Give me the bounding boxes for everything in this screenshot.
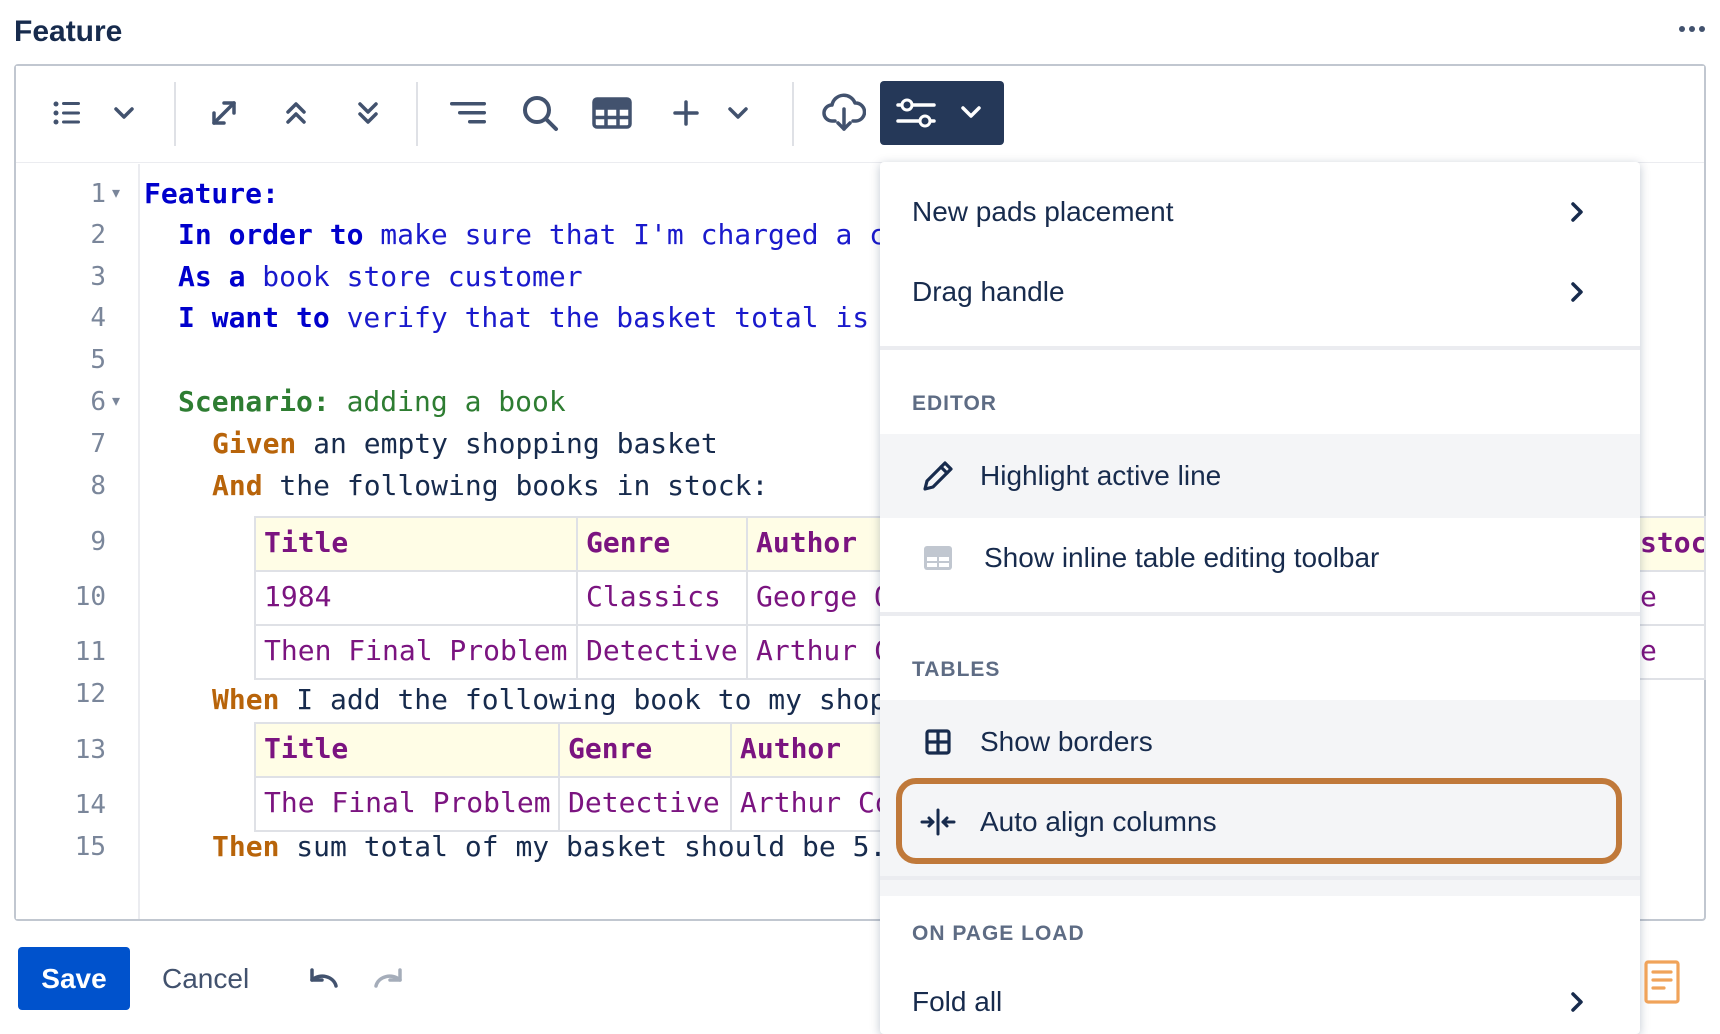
align-button[interactable] [440, 87, 496, 143]
fold-toggle[interactable]: ▾ [112, 174, 120, 214]
line-number: 13 [74, 735, 106, 765]
line-number: 1 [90, 179, 106, 209]
line-number: 9 [90, 527, 106, 557]
table-cell[interactable]: e [1640, 570, 1706, 626]
menu-divider [880, 612, 1640, 616]
expand-icon [206, 95, 242, 136]
code-line[interactable]: And the following books in stock: [212, 466, 768, 506]
line-number: 6 [90, 387, 106, 417]
line-number: 14 [74, 790, 106, 820]
table-cell[interactable]: 1984 [254, 570, 578, 626]
editor-settings-button[interactable] [880, 81, 1004, 145]
toolbar-separator [416, 82, 418, 146]
menu-section-tables: TABLES [912, 658, 1001, 681]
chevron-down-icon [727, 106, 749, 125]
line-number: 5 [90, 345, 106, 375]
pencil-icon [918, 456, 958, 496]
table-header-cell[interactable]: Author [746, 516, 886, 572]
table-button[interactable] [584, 87, 640, 143]
cancel-button[interactable]: Cancel [150, 947, 261, 1010]
line-number: 8 [90, 471, 106, 501]
chevron-right-icon [1570, 982, 1598, 1022]
search-button[interactable] [512, 87, 568, 143]
plus-icon [671, 98, 701, 133]
code-line[interactable]: I want to verify that the basket total i… [178, 298, 869, 338]
table-cell[interactable]: Arthur Co [730, 776, 886, 832]
table-cell[interactable]: e [1640, 624, 1706, 680]
cloud-download-icon [822, 93, 867, 138]
code-line[interactable]: In order to make sure that I'm charged a… [178, 215, 886, 255]
code-line[interactable]: Feature: [144, 174, 279, 214]
menu-divider [880, 876, 1640, 880]
line-number: 10 [74, 582, 106, 612]
line-number: 12 [74, 679, 106, 709]
chevron-right-icon [1570, 192, 1598, 232]
insert-dropdown-button[interactable] [716, 87, 760, 143]
code-line[interactable]: As a book store customer [178, 257, 583, 297]
list-dropdown-button[interactable] [96, 87, 152, 143]
page-title: Feature [14, 15, 123, 48]
chevrons-up-icon [283, 98, 309, 133]
code-line[interactable]: Scenario: adding a book [178, 382, 566, 422]
more-icon[interactable] [1672, 16, 1712, 46]
line-number: 4 [90, 303, 106, 333]
table-toolbar-icon [918, 538, 958, 578]
collapse-up-button[interactable] [268, 87, 324, 143]
table-cell[interactable]: The Final Problem [254, 776, 560, 832]
table-cell[interactable]: Arthur C [746, 624, 886, 680]
menu-divider [880, 346, 1640, 350]
expand-button[interactable] [196, 87, 252, 143]
code-line[interactable]: When I add the following book to my shop [212, 680, 886, 720]
table-header-cell[interactable]: Author [730, 722, 886, 778]
search-icon [520, 93, 560, 138]
settings-dropdown-menu: New pads placement Drag handle EDITOR Hi… [880, 162, 1640, 1034]
toolbar-separator [792, 82, 794, 146]
auto-align-highlight-outline [896, 778, 1622, 864]
sliders-icon [896, 95, 936, 136]
insert-button[interactable] [658, 87, 714, 143]
table-icon [591, 96, 633, 135]
list-button[interactable] [40, 87, 96, 143]
line-number: 15 [74, 832, 106, 862]
chevron-right-icon [1570, 272, 1598, 312]
code-line[interactable]: Given an empty shopping basket [212, 424, 718, 464]
menu-section-on-page-load: ON PAGE LOAD [912, 922, 1085, 945]
table-cell[interactable]: Classics [576, 570, 748, 626]
toolbar-separator [174, 82, 176, 146]
chevrons-down-icon [355, 98, 381, 133]
code-line[interactable]: Then sum total of my basket should be 5. [212, 827, 886, 867]
line-number: 2 [90, 220, 106, 250]
table-header-cell[interactable]: Genre [576, 516, 748, 572]
undo-icon[interactable] [302, 958, 344, 1000]
table-header-cell[interactable]: stock [1640, 516, 1706, 572]
line-number: 11 [74, 637, 106, 667]
chevron-down-icon [113, 106, 135, 125]
line-number: 7 [90, 429, 106, 459]
align-icon [448, 98, 488, 133]
table-header-cell[interactable]: Genre [558, 722, 732, 778]
table-cell[interactable]: Then Final Problem [254, 624, 578, 680]
fold-toggle[interactable]: ▾ [112, 382, 120, 422]
redo-icon[interactable] [368, 958, 410, 1000]
table-header-cell[interactable]: Title [254, 722, 560, 778]
line-number: 3 [90, 262, 106, 292]
table-header-cell[interactable]: Title [254, 516, 578, 572]
collapse-down-button[interactable] [340, 87, 396, 143]
menu-section-editor: EDITOR [912, 392, 997, 415]
table-cell[interactable]: Detective [576, 624, 748, 680]
table-cell[interactable]: Detective [558, 776, 732, 832]
download-button[interactable] [816, 87, 872, 143]
chevron-down-icon [960, 105, 982, 124]
save-button[interactable]: Save [18, 947, 130, 1010]
table-cell[interactable]: George O [746, 570, 886, 626]
list-icon [52, 99, 84, 132]
table-borders-icon [918, 722, 958, 762]
notes-icon[interactable] [1642, 958, 1682, 1006]
